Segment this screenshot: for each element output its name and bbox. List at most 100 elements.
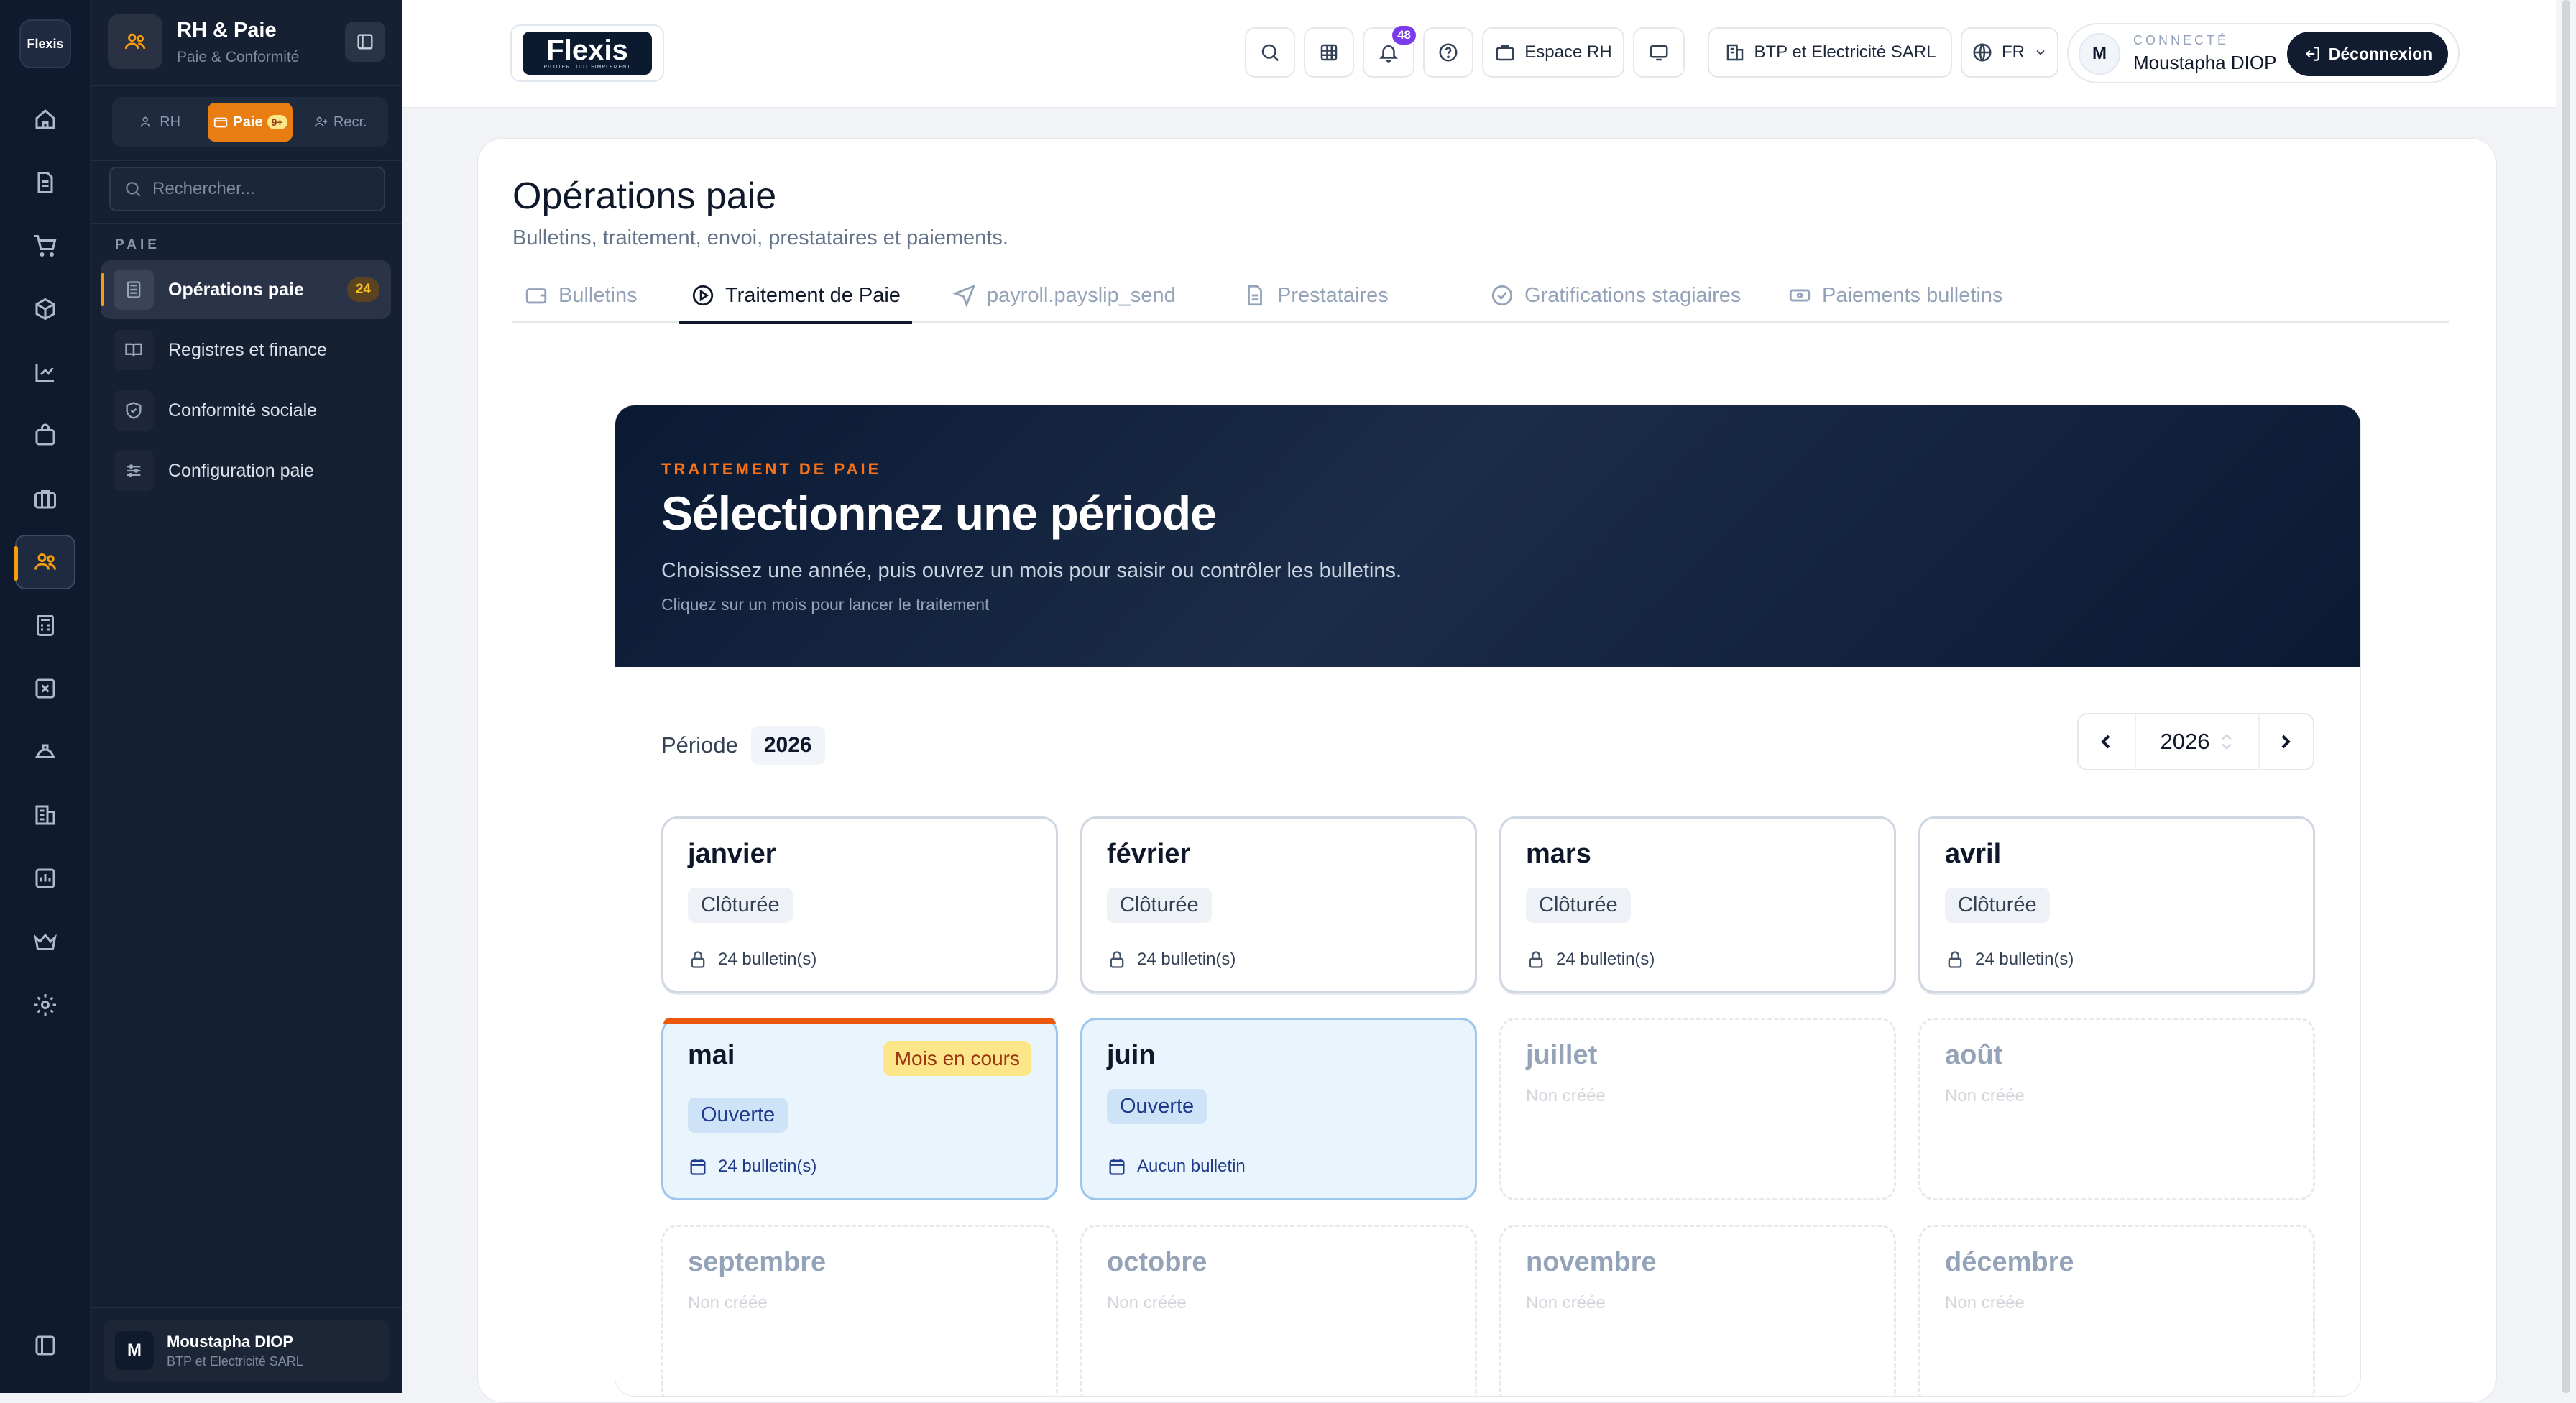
logout-button[interactable]: Déconnexion [2287,32,2448,76]
month-name: février [1107,839,1191,869]
rail-item-hardhat[interactable] [15,724,75,779]
tab-gratifications-stagiaires[interactable]: Gratifications stagiaires [1490,268,1741,323]
search-button[interactable] [1245,27,1295,78]
status-badge: Ouverte [688,1098,788,1133]
brand-logo[interactable]: Flexis PILOTER TOUT SIMPLEMENT [510,24,664,82]
month-card-7[interactable]: août Non créée [1918,1018,2315,1200]
calculator-icon [114,270,154,310]
play-circle-icon [692,285,714,306]
rail-item-chart[interactable] [15,345,75,400]
rail-item-box[interactable] [15,282,75,336]
users-icon [108,14,162,69]
tab-payslip-send[interactable]: payroll.payslip_send [952,268,1176,323]
month-name: avril [1945,839,2002,869]
previous-year-button[interactable] [2079,714,2133,769]
month-card-6[interactable]: juillet Non créée [1499,1018,1896,1200]
bulletin-count-text: 24 bulletin(s) [1137,949,1236,969]
rail-item-calculator[interactable] [15,598,75,653]
collapse-sidebar-button[interactable] [345,22,385,62]
month-card-8[interactable]: septembre Non créée [661,1225,1058,1396]
send-icon [952,284,976,308]
module-sidebar: RH & Paie Paie & Conformité RH Paie 9+ R… [91,0,402,1393]
rail-item-x-square[interactable] [15,661,75,716]
tab-bar: Bulletins Traitement de Paie payroll.pay… [512,268,2449,324]
display-button[interactable] [1633,27,1685,78]
lock-icon [1529,951,1543,968]
month-name: décembre [1945,1247,2074,1277]
tab-prestataires[interactable]: Prestataires [1243,268,1389,323]
shield-icon [114,390,154,431]
segment-paie[interactable]: Paie 9+ [208,103,293,142]
sidebar-item-configuration-paie[interactable]: Configuration paie [101,441,391,500]
language-selector[interactable]: FR [1961,27,2058,78]
sidebar-item-operations-paie[interactable]: Opérations paie 24 [101,260,391,319]
rail-item-report[interactable] [15,851,75,906]
divider [91,1307,402,1308]
monitor-icon [1650,45,1668,61]
rail-item-crown[interactable] [15,914,75,969]
avatar[interactable]: M [2079,33,2120,75]
page-scrollbar[interactable] [2556,0,2576,1393]
year-select[interactable]: 2026 [2135,714,2260,769]
month-card-0[interactable]: janvier Clôturée 24 bulletin(s) [661,816,1058,993]
app-logo-text: Flexis [27,36,64,51]
lock-icon [691,951,705,968]
status-badge: Clôturée [1107,888,1212,923]
rail-item-document[interactable] [15,155,75,210]
month-card-11[interactable]: décembre Non créée [1918,1225,2315,1396]
sidebar-item-conformite-sociale[interactable]: Conformité sociale [101,381,391,440]
rail-item-briefcase[interactable] [15,472,75,526]
month-card-3[interactable]: avril Clôturée 24 bulletin(s) [1918,816,2315,993]
apps-button[interactable] [1304,27,1354,78]
segment-paie-badge: 9+ [267,115,288,129]
tab-bulletins[interactable]: Bulletins [524,268,638,323]
rail-item-building[interactable] [15,788,75,842]
period-year-badge: 2026 [750,726,825,765]
month-card-4[interactable]: mai Ouverte 24 bulletin(s) Mois en cours [661,1018,1058,1200]
sidebar-search-input[interactable]: Rechercher... [109,167,385,211]
bulletin-count: Aucun bulletin [1107,1156,1246,1177]
period-label-text: Période [661,732,738,758]
period-banner: TRAITEMENT DE PAIE Sélectionnez une péri… [615,405,2360,667]
tab-label: Bulletins [558,283,638,307]
sidebar-toggle-icon[interactable] [15,1318,75,1373]
month-card-5[interactable]: juin Ouverte Aucun bulletin [1080,1018,1477,1200]
month-card-2[interactable]: mars Clôturée 24 bulletin(s) [1499,816,1896,993]
current-month-badge: Mois en cours [883,1041,1031,1076]
month-card-10[interactable]: novembre Non créée [1499,1225,1896,1396]
notifications-button[interactable]: 48 [1363,26,1416,78]
module-title: RH & Paie [177,19,277,42]
scrollbar-thumb[interactable] [2562,0,2570,1393]
module-subtitle: Paie & Conformité [177,49,300,65]
espace-rh-button[interactable]: Espace RH [1482,27,1624,78]
next-year-button[interactable] [2258,714,2313,769]
segment-rh-label: RH [160,114,181,130]
app-logo[interactable]: Flexis [19,19,71,68]
wallet-icon [214,117,228,128]
bulletin-count: 24 bulletin(s) [688,1156,816,1177]
tab-traitement-de-paie[interactable]: Traitement de Paie [679,268,912,324]
help-button[interactable] [1423,27,1473,78]
building-icon [1726,44,1743,61]
sidebar-user-card[interactable]: M Moustapha DIOP BTP et Electricité SARL [104,1320,390,1381]
segment-recrutement[interactable]: Recr. [298,103,382,142]
rail-item-users[interactable] [14,535,75,589]
rail-item-gear[interactable] [15,978,75,1032]
segment-rh[interactable]: RH [118,103,202,142]
notification-badge: 48 [1392,26,1416,45]
company-selector[interactable]: BTP et Electricité SARL [1708,27,1952,78]
rail-item-home[interactable] [15,92,75,147]
month-card-1[interactable]: février Clôturée 24 bulletin(s) [1080,816,1477,993]
rail-item-bag[interactable] [15,408,75,463]
bulletin-count-text: 24 bulletin(s) [718,1156,817,1176]
sliders-icon [114,451,154,491]
tab-paiements-bulletins[interactable]: Paiements bulletins [1788,268,2002,323]
rail-item-cart[interactable] [15,218,75,273]
calculator-icon [37,615,54,636]
sidebar-item-registres-finance[interactable]: Registres et finance [101,321,391,380]
file-icon [1248,285,1262,306]
divider [91,160,402,161]
language-label: FR [2002,42,2025,62]
check-circle-icon [1491,285,1513,306]
month-card-9[interactable]: octobre Non créée [1080,1225,1477,1396]
